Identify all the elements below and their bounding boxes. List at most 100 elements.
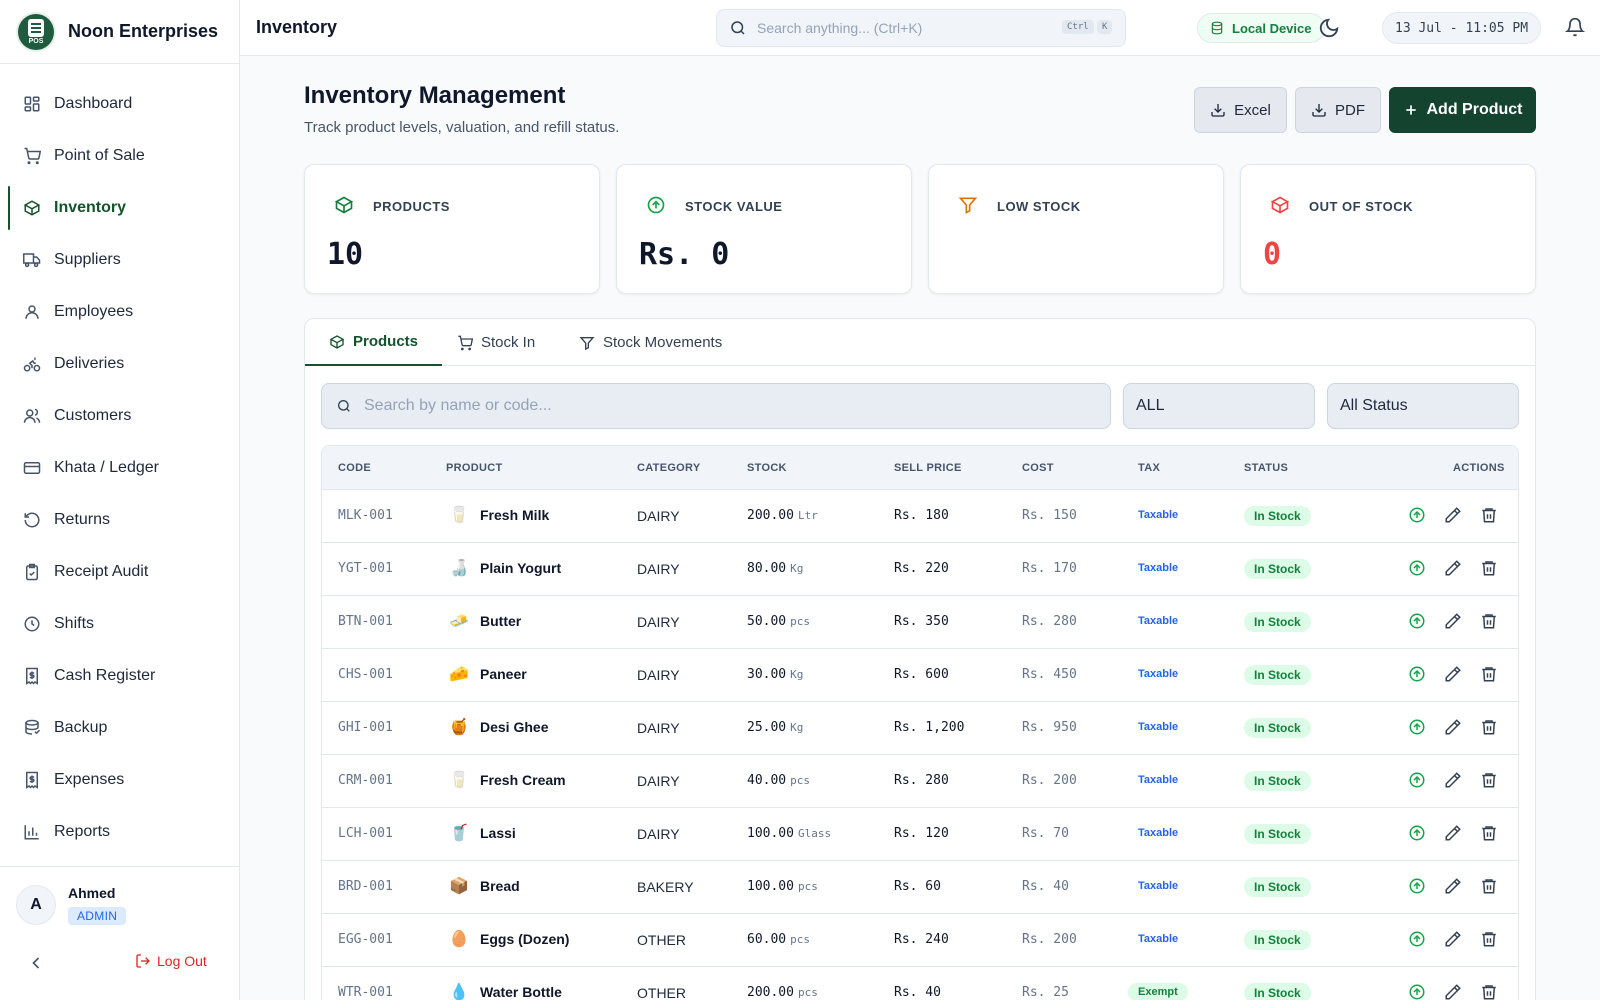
trash-icon <box>1482 985 1496 1000</box>
filter-icon <box>958 197 978 214</box>
edit-button[interactable] <box>1444 612 1464 632</box>
sidebar-item-reports[interactable]: Reports <box>0 806 239 858</box>
stock-in-button[interactable] <box>1408 771 1428 791</box>
delete-button[interactable] <box>1480 877 1500 897</box>
stock-in-button[interactable] <box>1408 506 1428 526</box>
category-select[interactable]: ALL <box>1123 383 1315 429</box>
stock-in-button[interactable] <box>1408 824 1428 844</box>
bell-icon <box>1564 17 1586 37</box>
export-excel-button[interactable]: Excel <box>1194 87 1287 133</box>
product-emoji-icon: 🍶 <box>449 560 469 577</box>
product-name: Fresh Milk <box>480 507 550 523</box>
product-emoji-icon: 🥚 <box>449 931 469 948</box>
delete-button[interactable] <box>1480 665 1500 685</box>
sidebar-item-returns[interactable]: Returns <box>0 494 239 546</box>
table-row[interactable]: CRM-001 🥛 Fresh Cream DAIRY 40.00 pcs Rs.… <box>322 755 1518 808</box>
product-sell-price: Rs. 60 <box>894 879 941 894</box>
sidebar-item-deliveries[interactable]: Deliveries <box>0 338 239 390</box>
stock-in-button[interactable] <box>1408 612 1428 632</box>
stock-in-button[interactable] <box>1408 718 1428 738</box>
trash-icon <box>1482 667 1496 682</box>
sidebar-item-backup[interactable]: Backup <box>0 702 239 754</box>
product-cell: 🍯 Desi Ghee <box>448 716 548 738</box>
table-row[interactable]: YGT-001 🍶 Plain Yogurt DAIRY 80.00 Kg Rs.… <box>322 543 1518 596</box>
sidebar-item-suppliers[interactable]: Suppliers <box>0 234 239 286</box>
table-row[interactable]: WTR-001 💧 Water Bottle OTHER 200.00 pcs R… <box>322 967 1518 1000</box>
product-cell: 💧 Water Bottle <box>448 981 562 1000</box>
sidebar-item-point-of-sale[interactable]: Point of Sale <box>0 130 239 182</box>
delete-button[interactable] <box>1480 771 1500 791</box>
delete-button[interactable] <box>1480 506 1500 526</box>
table-row[interactable]: GHI-001 🍯 Desi Ghee DAIRY 25.00 Kg Rs. 1,… <box>322 702 1518 755</box>
product-search-input[interactable]: Search by name or code... <box>321 383 1111 429</box>
delete-button[interactable] <box>1480 718 1500 738</box>
col-header: ACTIONS <box>1453 462 1505 474</box>
edit-button[interactable] <box>1444 824 1464 844</box>
table-row[interactable]: BRD-001 📦 Bread BAKERY 100.00 pcs Rs. 60 … <box>322 861 1518 914</box>
sidebar-item-dashboard[interactable]: Dashboard <box>0 78 239 130</box>
tax-badge: Taxable <box>1138 774 1179 786</box>
sidebar-item-shifts[interactable]: Shifts <box>0 598 239 650</box>
card-icon <box>22 458 42 478</box>
sidebar-item-khata-ledger[interactable]: Khata / Ledger <box>0 442 239 494</box>
edit-button[interactable] <box>1444 983 1464 1000</box>
product-name: Plain Yogurt <box>480 560 562 576</box>
delete-button[interactable] <box>1480 824 1500 844</box>
product-sell-price: Rs. 600 <box>894 667 949 682</box>
product-category: DAIRY <box>637 508 680 524</box>
device-status-badge[interactable]: Local Device <box>1197 13 1325 43</box>
export-pdf-button[interactable]: PDF <box>1295 87 1381 133</box>
table-row[interactable]: EGG-001 🥚 Eggs (Dozen) OTHER 60.00 pcs Rs… <box>322 914 1518 967</box>
pencil-icon <box>1445 878 1461 894</box>
product-name: Fresh Cream <box>480 772 566 788</box>
stock-in-button[interactable] <box>1408 559 1428 579</box>
sidebar-item-expenses[interactable]: Expenses <box>0 754 239 806</box>
tab-products[interactable]: Products <box>305 319 443 366</box>
product-sell-price: Rs. 1,200 <box>894 720 965 735</box>
delete-button[interactable] <box>1480 612 1500 632</box>
sidebar-item-employees[interactable]: Employees <box>0 286 239 338</box>
edit-button[interactable] <box>1444 930 1464 950</box>
theme-toggle-button[interactable] <box>1318 17 1340 39</box>
table-row[interactable]: LCH-001 🥤 Lassi DAIRY 100.00 Glass Rs. 12… <box>322 808 1518 861</box>
edit-button[interactable] <box>1444 718 1464 738</box>
tab-stock-movements[interactable]: Stock Movements <box>579 319 722 366</box>
table-row[interactable]: MLK-001 🥛 Fresh Milk DAIRY 200.00 Ltr Rs.… <box>322 490 1518 543</box>
logout-button[interactable]: Log Out <box>135 953 207 969</box>
brand-logo: POS <box>18 13 54 50</box>
edit-button[interactable] <box>1444 506 1464 526</box>
table-row[interactable]: BTN-001 🧈 Butter DAIRY 50.00 pcs Rs. 350 … <box>322 596 1518 649</box>
delete-button[interactable] <box>1480 983 1500 1000</box>
product-stock: 40.00 pcs <box>747 773 811 788</box>
product-code: MLK-001 <box>338 508 393 523</box>
add-product-button[interactable]: Add Product <box>1389 87 1536 133</box>
product-emoji-icon: 🍯 <box>449 719 469 736</box>
product-emoji-icon: 🥛 <box>449 507 469 524</box>
stock-in-button[interactable] <box>1408 983 1428 1000</box>
download-icon <box>1211 104 1225 117</box>
edit-button[interactable] <box>1444 665 1464 685</box>
stock-in-button[interactable] <box>1408 877 1428 897</box>
stock-in-button[interactable] <box>1408 665 1428 685</box>
user-panel: A Ahmed ADMIN Log Out <box>0 866 240 1000</box>
sidebar-item-cash-register[interactable]: Cash Register <box>0 650 239 702</box>
table-row[interactable]: CHS-001 🧀 Paneer DAIRY 30.00 Kg Rs. 600 R… <box>322 649 1518 702</box>
edit-button[interactable] <box>1444 877 1464 897</box>
stock-in-button[interactable] <box>1408 930 1428 950</box>
sidebar-item-receipt-audit[interactable]: Receipt Audit <box>0 546 239 598</box>
logout-label: Log Out <box>157 953 207 969</box>
edit-button[interactable] <box>1444 559 1464 579</box>
brand-name: Noon Enterprises <box>68 21 219 41</box>
delete-button[interactable] <box>1480 559 1500 579</box>
notifications-button[interactable] <box>1564 17 1587 39</box>
global-search-input[interactable]: Search anything... (Ctrl+K) Ctrl K <box>716 9 1126 47</box>
delete-button[interactable] <box>1480 930 1500 950</box>
status-select[interactable]: All Status <box>1327 383 1519 429</box>
edit-button[interactable] <box>1444 771 1464 791</box>
tab-stock-in[interactable]: Stock In <box>457 319 535 366</box>
product-code: BTN-001 <box>338 614 393 629</box>
sidebar-item-inventory[interactable]: Inventory <box>0 182 239 234</box>
avatar[interactable]: A <box>16 885 56 925</box>
sidebar-item-customers[interactable]: Customers <box>0 390 239 442</box>
collapse-sidebar-button[interactable] <box>26 953 46 973</box>
